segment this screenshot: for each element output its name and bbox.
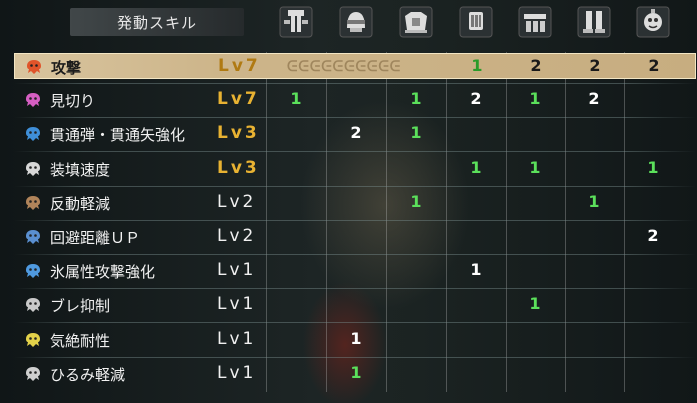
row-separator (14, 288, 696, 290)
skill-icon (24, 92, 42, 108)
skill-point-cell: 1 (410, 123, 422, 143)
skill-icon (24, 126, 42, 142)
chest-armor-icon (399, 6, 433, 38)
skill-icon (24, 332, 42, 348)
skill-name: ひるみ軽減 (50, 365, 126, 384)
row-separator (14, 219, 696, 221)
skill-point-cell: 2 (530, 56, 542, 75)
gauntlet-icon (459, 6, 493, 38)
skill-point-cell: 2 (350, 123, 362, 143)
active-skills-title: 発動スキル (116, 13, 197, 32)
skill-point-cell: 1 (470, 157, 482, 177)
skill-icon (24, 195, 42, 211)
skill-level: Lv2 (217, 226, 257, 246)
skill-point-cell: 1 (290, 89, 302, 109)
row-separator (14, 356, 696, 358)
skill-name: 貫通弾・貫通矢強化 (50, 126, 186, 145)
skill-icon (24, 366, 42, 382)
skill-point-cell: 1 (350, 328, 362, 348)
row-separator (14, 254, 696, 255)
row-separator (14, 322, 696, 324)
skill-row[interactable]: 氷属性攻撃強化 Lv1 1 (14, 258, 696, 284)
skill-name: 装填速度 (50, 160, 111, 179)
skill-point-cell: 1 (350, 362, 362, 382)
skill-row[interactable]: 反動軽減 Lv2 1 1 (14, 190, 696, 216)
row-separator (14, 185, 696, 187)
skill-point-cell: 1 (529, 157, 541, 177)
skill-point-cell: 2 (648, 56, 660, 75)
skill-point-cell: 1 (410, 191, 422, 211)
greaves-icon (577, 6, 611, 38)
weapon-icon (279, 6, 313, 38)
skill-row[interactable]: 回避距離ＵＰ Lv2 2 (14, 224, 696, 250)
skill-row[interactable]: 攻撃 Lv7 ᕮᕮᕮᕮᕮᕮᕮᕮᕮᕮ 1 2 2 2 (14, 53, 696, 79)
skill-name: 氷属性攻撃強化 (50, 263, 156, 282)
skill-icon (25, 59, 43, 75)
row-separator (14, 117, 696, 119)
skill-level: Lv1 (217, 328, 257, 349)
skill-row[interactable]: ブレ抑制 Lv1 1 (14, 292, 696, 318)
skill-point-cell: 1 (529, 89, 541, 109)
skill-row[interactable]: 装填速度 Lv3 1 1 1 (14, 156, 696, 182)
active-skills-tab[interactable]: 発動スキル (70, 8, 244, 36)
skill-level: Lv7 (217, 89, 260, 110)
skill-point-cell: 1 (647, 157, 659, 177)
skill-row[interactable]: 気絶耐性 Lv1 1 (14, 327, 696, 353)
row-separator (14, 151, 696, 153)
skill-point-cell: 2 (647, 226, 659, 245)
skill-icon (24, 297, 42, 313)
skill-name: 見切り (50, 92, 96, 111)
skill-point-cell: 1 (410, 89, 422, 109)
skill-point-cell: 2 (589, 56, 601, 75)
skill-row[interactable]: 見切り Lv7 1 1 2 1 2 (14, 87, 696, 113)
skill-level: Lv1 (217, 260, 257, 281)
skill-point-cell: 1 (529, 294, 541, 314)
waist-armor-icon (518, 6, 552, 38)
skill-name: 回避距離ＵＰ (50, 229, 141, 247)
skill-level: Lv3 (217, 123, 260, 144)
skill-point-cell: 1 (470, 260, 482, 280)
skill-icon (24, 229, 42, 245)
skill-name: 気絶耐性 (50, 331, 111, 350)
skill-level: Lv2 (217, 191, 257, 212)
charm-icon (636, 6, 670, 38)
skill-level: Lv1 (217, 294, 257, 315)
skill-point-cell: 1 (471, 56, 483, 75)
skill-name: ブレ抑制 (50, 297, 111, 316)
skill-level: Lv3 (217, 157, 260, 178)
skill-row[interactable]: 貫通弾・貫通矢強化 Lv3 2 1 (14, 121, 696, 147)
skill-level: Lv7 (218, 56, 261, 76)
skill-icon (24, 263, 42, 279)
skill-icon (24, 161, 42, 177)
skill-point-cell: 2 (588, 89, 600, 109)
skill-point-cell: 1 (588, 191, 600, 211)
skill-row[interactable]: ひるみ軽減 Lv1 1 (14, 361, 696, 387)
helmet-icon (339, 6, 373, 38)
skill-name: 反動軽減 (50, 194, 111, 213)
skill-name: 攻撃 (51, 59, 82, 77)
skill-point-cell: 2 (470, 89, 482, 109)
skill-level: Lv1 (217, 362, 257, 383)
row-separator (14, 83, 696, 84)
